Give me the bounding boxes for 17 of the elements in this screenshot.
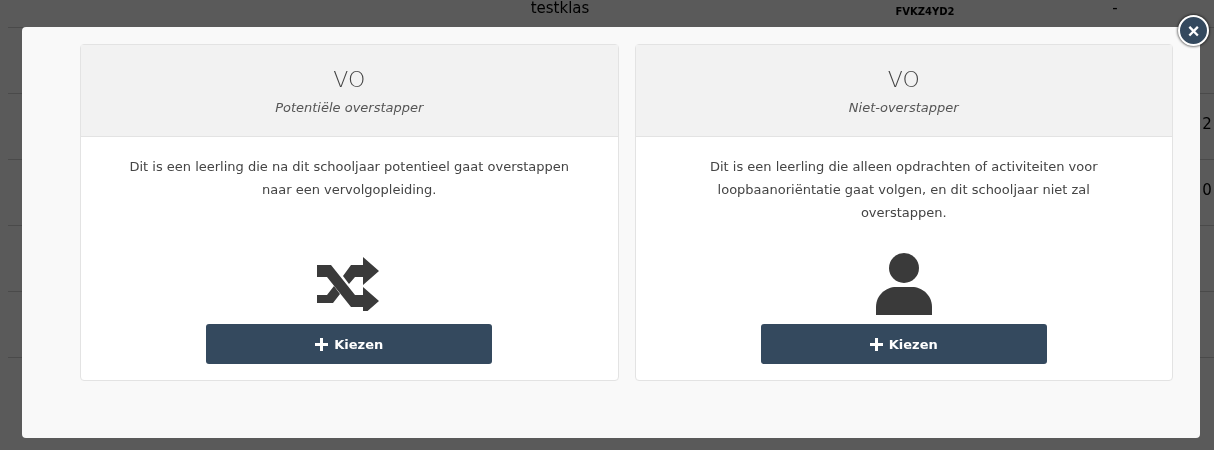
card-description: Dit is een leerling die na dit schooljaar potentieel gaat overstappen naar een vervolgopleiding. xyxy=(128,158,571,199)
card-subtitle: Potentiële overstapper xyxy=(275,99,424,115)
plus-icon xyxy=(869,337,883,351)
card-subtitle: Niet-overstapper xyxy=(848,99,959,115)
choose-button[interactable]: Kiezen xyxy=(760,324,1047,364)
choose-button[interactable]: Kiezen xyxy=(206,324,493,364)
table-cell-text: testklas xyxy=(530,0,590,19)
table-cell-text: 2 xyxy=(1202,115,1212,135)
card-title: VO xyxy=(887,66,920,92)
person-icon xyxy=(875,253,932,315)
table-cell-text: 0 xyxy=(1202,181,1212,201)
close-button[interactable]: × xyxy=(1178,15,1209,46)
card-description: Dit is een leerling die alleen opdrachten of activiteiten voor loopbaanoriëntatie gaat volgen, en dit schooljaar niet zal overstappen. xyxy=(708,158,1099,222)
card-title: VO xyxy=(333,66,366,92)
plus-icon xyxy=(315,337,329,351)
table-cell-text: - xyxy=(1112,0,1118,19)
table-cell-text: FVKZ4YD2 xyxy=(895,6,955,19)
